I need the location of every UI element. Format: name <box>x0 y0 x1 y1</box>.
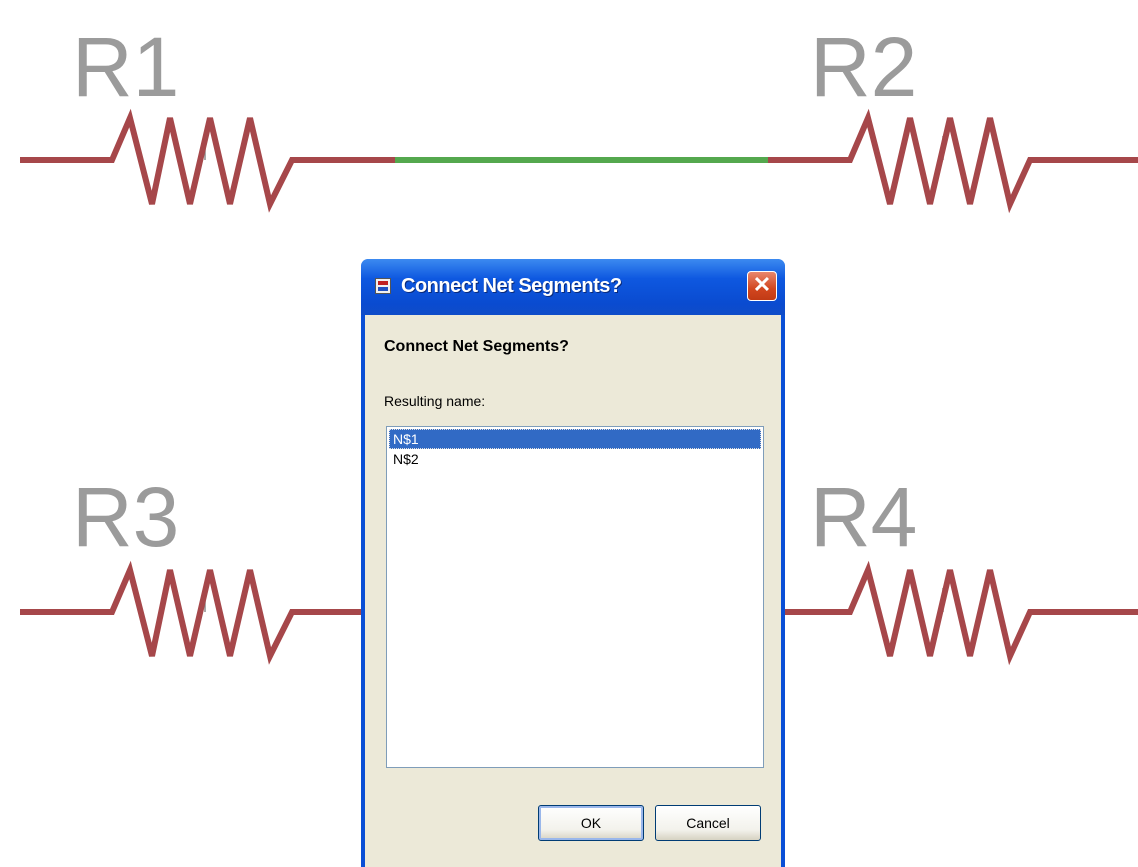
ok-button[interactable]: OK <box>538 805 644 841</box>
dialog-body: Connect Net Segments? Resulting name: N$… <box>365 315 781 867</box>
dialog-heading: Connect Net Segments? <box>384 338 569 355</box>
resistor-r3[interactable] <box>20 560 365 665</box>
r1-label: R1 <box>72 20 179 114</box>
r2-label: R2 <box>810 20 917 114</box>
list-item-net-1[interactable]: N$1 <box>389 429 761 449</box>
app-icon <box>375 278 391 294</box>
resistor-r2[interactable] <box>768 108 1138 214</box>
net-name-listbox[interactable]: N$1 N$2 <box>386 426 764 768</box>
connect-net-segments-dialog: Connect Net Segments? ✕ Connect Net Segm… <box>361 259 785 867</box>
cancel-button[interactable]: Cancel <box>655 805 761 841</box>
resistor-r4[interactable] <box>785 560 1138 666</box>
r4-label: R4 <box>810 470 917 564</box>
resistor-r1[interactable] <box>20 108 395 213</box>
dialog-titlebar[interactable]: Connect Net Segments? ✕ <box>361 259 785 315</box>
r3-label: R3 <box>72 470 179 564</box>
close-button[interactable]: ✕ <box>747 271 777 301</box>
list-item-net-2[interactable]: N$2 <box>389 449 761 469</box>
resulting-name-label: Resulting name: <box>384 393 486 409</box>
dialog-title: Connect Net Segments? <box>401 275 622 297</box>
